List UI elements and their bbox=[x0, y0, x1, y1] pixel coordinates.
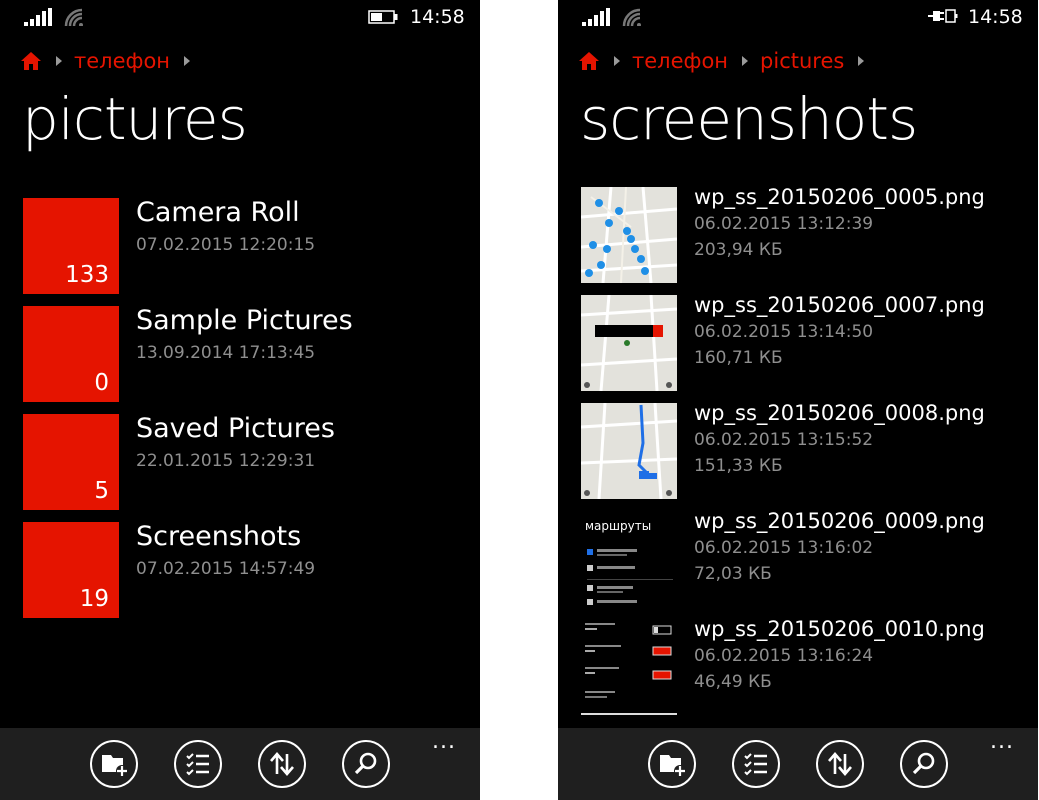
file-date: 06.02.2015 13:16:24 bbox=[694, 646, 874, 666]
file-size: 160,71 КБ bbox=[694, 348, 783, 368]
breadcrumb: телефон bbox=[20, 47, 202, 75]
breadcrumb-item-phone[interactable]: телефон bbox=[632, 49, 728, 73]
file-thumbnail bbox=[581, 403, 677, 499]
file-item[interactable]: wp_ss_20150206_0010.png 06.02.2015 13:16… bbox=[581, 617, 1021, 727]
file-item[interactable]: wp_ss_20150206_0007.png 06.02.2015 13:14… bbox=[581, 293, 1021, 403]
signal-strength-icon bbox=[582, 8, 610, 26]
phone-screen-left: 14:58 телефон pictures 133 Camera Roll 0… bbox=[0, 0, 480, 800]
search-icon bbox=[912, 752, 935, 775]
phone-screen-right: 14:58 телефон pictures screenshots wp_ss… bbox=[558, 0, 1038, 800]
more-options-icon[interactable]: ... bbox=[990, 731, 1014, 753]
signal-strength-icon bbox=[24, 8, 52, 26]
home-icon[interactable] bbox=[578, 50, 600, 72]
file-date: 06.02.2015 13:15:52 bbox=[694, 430, 874, 450]
sort-button[interactable] bbox=[816, 740, 864, 788]
home-icon[interactable] bbox=[20, 50, 42, 72]
file-name: wp_ss_20150206_0005.png bbox=[694, 185, 985, 209]
folder-name: Sample Pictures bbox=[136, 305, 353, 336]
folder-tile: 0 bbox=[23, 306, 119, 402]
wifi-icon bbox=[622, 8, 641, 26]
file-date: 06.02.2015 13:14:50 bbox=[694, 322, 874, 342]
folder-count: 0 bbox=[94, 370, 109, 396]
file-thumbnail bbox=[581, 619, 677, 715]
map-pins-thumbnail bbox=[581, 187, 677, 283]
select-button[interactable] bbox=[174, 740, 222, 788]
folder-tile: 5 bbox=[23, 414, 119, 510]
breadcrumb-chevron-icon bbox=[858, 56, 865, 66]
settings-thumbnail bbox=[581, 623, 677, 715]
folder-date: 07.02.2015 12:20:15 bbox=[136, 235, 316, 255]
file-date: 06.02.2015 13:16:02 bbox=[694, 538, 874, 558]
status-clock: 14:58 bbox=[968, 6, 1023, 28]
breadcrumb-item-phone[interactable]: телефон bbox=[74, 49, 170, 73]
status-bar: 14:58 bbox=[558, 0, 1038, 36]
file-item[interactable]: wp_ss_20150206_0008.png 06.02.2015 13:15… bbox=[581, 401, 1021, 511]
folder-tile: 133 bbox=[23, 198, 119, 294]
battery-charging-icon bbox=[928, 9, 958, 23]
sort-button[interactable] bbox=[258, 740, 306, 788]
folder-date: 13.09.2014 17:13:45 bbox=[136, 343, 316, 363]
folder-date: 07.02.2015 14:57:49 bbox=[136, 559, 316, 579]
folder-name: Screenshots bbox=[136, 521, 302, 552]
folder-tile: 19 bbox=[23, 522, 119, 618]
breadcrumb-item-pictures[interactable]: pictures bbox=[760, 49, 844, 73]
select-icon bbox=[744, 753, 767, 776]
routes-menu-thumbnail bbox=[587, 549, 673, 605]
file-size: 151,33 КБ bbox=[694, 456, 783, 476]
folder-count: 5 bbox=[94, 478, 109, 504]
file-thumbnail: маршруты bbox=[581, 511, 677, 607]
folder-list: 133 Camera Roll 07.02.2015 12:20:15 0 Sa… bbox=[23, 197, 463, 630]
folder-item-camera-roll[interactable]: 133 Camera Roll 07.02.2015 12:20:15 bbox=[23, 197, 463, 306]
file-item[interactable]: маршруты wp_ss_20150206_0009.png 06.02.2… bbox=[581, 509, 1021, 619]
status-bar: 14:58 bbox=[0, 0, 480, 36]
file-name: wp_ss_20150206_0009.png bbox=[694, 509, 985, 533]
breadcrumb-chevron-icon bbox=[184, 56, 191, 66]
battery-icon bbox=[368, 10, 398, 24]
page-title: screenshots bbox=[580, 85, 918, 153]
folder-name: Saved Pictures bbox=[136, 413, 335, 444]
file-size: 46,49 КБ bbox=[694, 672, 772, 692]
breadcrumb-chevron-icon bbox=[614, 56, 620, 66]
breadcrumb: телефон pictures bbox=[578, 47, 876, 75]
select-button[interactable] bbox=[732, 740, 780, 788]
breadcrumb-chevron-icon bbox=[742, 56, 749, 66]
file-thumbnail bbox=[581, 295, 677, 391]
file-name: wp_ss_20150206_0007.png bbox=[694, 293, 985, 317]
page-title: pictures bbox=[22, 85, 248, 153]
folder-count: 133 bbox=[65, 262, 109, 288]
file-name: wp_ss_20150206_0010.png bbox=[694, 617, 985, 641]
wifi-icon bbox=[64, 8, 83, 26]
file-thumbnail bbox=[581, 187, 677, 283]
folder-item-saved-pictures[interactable]: 5 Saved Pictures 22.01.2015 12:29:31 bbox=[23, 413, 463, 522]
search-button[interactable] bbox=[900, 740, 948, 788]
file-size: 203,94 КБ bbox=[694, 240, 783, 260]
folder-item-sample-pictures[interactable]: 0 Sample Pictures 13.09.2014 17:13:45 bbox=[23, 305, 463, 414]
file-date: 06.02.2015 13:12:39 bbox=[694, 214, 874, 234]
file-list: wp_ss_20150206_0005.png 06.02.2015 13:12… bbox=[581, 185, 1021, 727]
search-button[interactable] bbox=[342, 740, 390, 788]
sort-icon bbox=[828, 752, 852, 776]
select-icon bbox=[186, 753, 209, 776]
status-clock: 14:58 bbox=[410, 6, 465, 28]
map-route-thumbnail bbox=[581, 403, 677, 499]
folder-count: 19 bbox=[79, 586, 109, 612]
new-folder-icon bbox=[660, 755, 686, 777]
map-popup-thumbnail bbox=[581, 295, 677, 391]
breadcrumb-chevron-icon bbox=[56, 56, 62, 66]
file-item[interactable]: wp_ss_20150206_0005.png 06.02.2015 13:12… bbox=[581, 185, 1021, 295]
sort-icon bbox=[270, 752, 294, 776]
app-bar: ... bbox=[0, 728, 480, 800]
new-folder-button[interactable] bbox=[648, 740, 696, 788]
new-folder-button[interactable] bbox=[90, 740, 138, 788]
more-options-icon[interactable]: ... bbox=[432, 731, 456, 753]
file-name: wp_ss_20150206_0008.png bbox=[694, 401, 985, 425]
file-size: 72,03 КБ bbox=[694, 564, 772, 584]
search-icon bbox=[354, 752, 377, 775]
folder-item-screenshots[interactable]: 19 Screenshots 07.02.2015 14:57:49 bbox=[23, 521, 463, 630]
new-folder-icon bbox=[102, 755, 128, 777]
folder-date: 22.01.2015 12:29:31 bbox=[136, 451, 316, 471]
folder-name: Camera Roll bbox=[136, 197, 300, 228]
app-bar: ... bbox=[558, 728, 1038, 800]
